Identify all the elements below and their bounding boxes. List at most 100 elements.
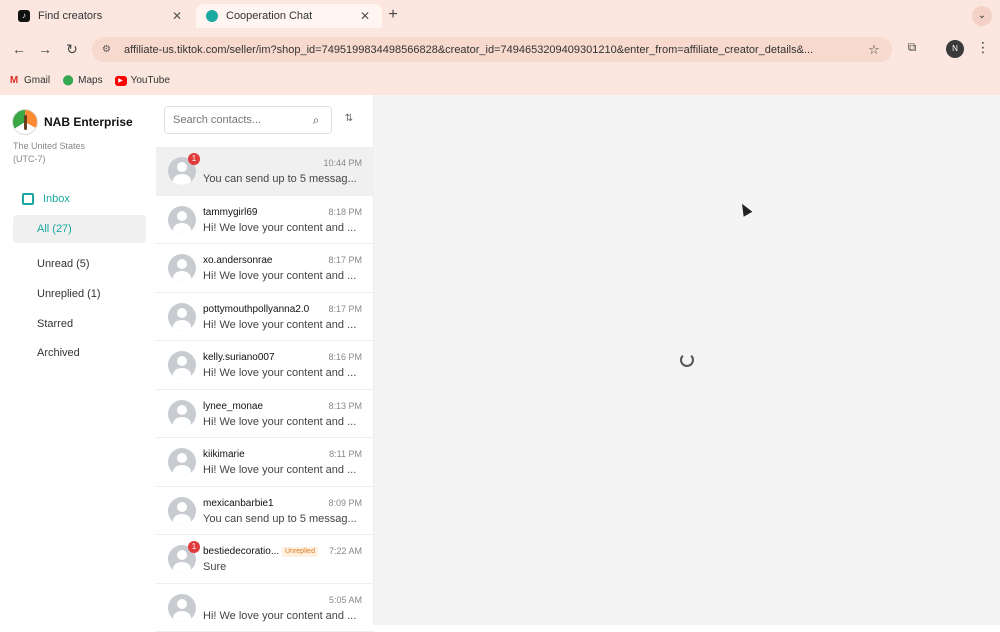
- contact-name: tammygirl69: [203, 207, 257, 218]
- chat-favicon-icon: [206, 10, 218, 22]
- conversation-row[interactable]: tammygirl69 8:18 PM Hi! We love your conte…: [156, 196, 374, 245]
- tab-label: Cooperation Chat: [226, 10, 358, 22]
- bookmark-label: YouTube: [131, 75, 170, 86]
- message-preview: Hi! We love your content and ...: [203, 319, 363, 331]
- search-input[interactable]: [173, 114, 309, 126]
- message-preview: Hi! We love your content and ...: [203, 610, 363, 622]
- close-icon[interactable]: ✕: [170, 9, 184, 23]
- conversation-row[interactable]: kelly.suriano0078:16 PMHi! We love your …: [156, 341, 374, 390]
- left-nav-panel: NAB Enterprise The United States (UTC-7)…: [0, 95, 156, 625]
- extensions-puzzle-icon[interactable]: ⧉: [904, 40, 920, 56]
- message-time: 5:05 AM: [329, 595, 362, 605]
- contact-name: pottymouthpollyanna2.0: [203, 304, 309, 315]
- avatar: [168, 351, 196, 379]
- conversation-row[interactable]: 1bestiedecoratio...Unreplied 7:22 AM Sure: [156, 535, 374, 584]
- bookmarks-bar: M Gmail ⬤ Maps ▶ YouTube: [0, 66, 1000, 95]
- bookmark-maps[interactable]: ⬤ Maps: [62, 75, 102, 86]
- search-box[interactable]: ⌕: [164, 106, 332, 134]
- shop-logo: [12, 109, 38, 135]
- bookmark-gmail[interactable]: M Gmail: [8, 75, 50, 86]
- shop-region: The United States (UTC-7): [13, 140, 85, 166]
- youtube-icon: ▶: [115, 76, 127, 86]
- loading-spinner-icon: [680, 353, 694, 367]
- filter-unreplied[interactable]: Unreplied (1): [13, 280, 146, 308]
- conversation-row[interactable]: pottymouthpollyanna2.0 8:17 PM Hi! We love…: [156, 293, 374, 342]
- tab-find-creators[interactable]: ♪ Find creators ✕: [8, 4, 194, 28]
- close-icon[interactable]: ✕: [358, 9, 372, 23]
- message-time: 8:11 PM: [329, 449, 362, 459]
- tab-bar: ♪ Find creators ✕ Cooperation Chat ✕ + ⌄: [0, 0, 1000, 32]
- avatar: [168, 594, 196, 622]
- new-tab-button[interactable]: +: [384, 6, 402, 24]
- profile-avatar[interactable]: N: [946, 40, 964, 58]
- bookmark-youtube[interactable]: ▶ YouTube: [115, 75, 170, 86]
- mouse-cursor-icon: [738, 201, 753, 216]
- conversation-row[interactable]: kiikimarie8:11 PMHi! We love your conten…: [156, 438, 374, 487]
- reload-icon[interactable]: ↻: [63, 40, 81, 58]
- conversation-list: 1 10:44 PM You can send up to 5 messag... t…: [156, 147, 374, 632]
- search-icon[interactable]: ⌕: [309, 113, 323, 128]
- filter-all[interactable]: All (27): [13, 215, 146, 243]
- back-arrow-icon[interactable]: ←: [10, 40, 28, 58]
- message-time: 10:44 PM: [323, 158, 362, 168]
- shop-name: NAB Enterprise: [44, 115, 133, 129]
- bookmark-label: Gmail: [24, 75, 50, 86]
- contact-name: kelly.suriano007: [203, 352, 275, 363]
- avatar: [168, 400, 196, 428]
- filter-sort-icon[interactable]: ⇅: [342, 113, 356, 127]
- tab-label: Find creators: [38, 10, 170, 22]
- tab-search-menu-button[interactable]: ⌄: [972, 6, 992, 26]
- status-tag: Unreplied: [282, 547, 318, 557]
- shop-timezone: (UTC-7): [13, 153, 85, 166]
- message-time: 8:13 PM: [328, 401, 362, 411]
- chat-main-area: [374, 95, 1000, 625]
- site-info-icon[interactable]: ⚙: [102, 44, 116, 55]
- bookmark-label: Maps: [78, 75, 102, 86]
- browser-menu-kebab-icon[interactable]: ⋮: [975, 39, 991, 57]
- forward-arrow-icon[interactable]: →: [36, 40, 54, 58]
- message-preview: Sure: [203, 561, 363, 573]
- conversation-row[interactable]: 110:44 PMYou can send up to 5 messag...: [156, 147, 374, 196]
- avatar: [168, 206, 196, 234]
- unread-badge: 1: [188, 541, 200, 553]
- conversation-row[interactable]: xo.andersonrae8:17 PMHi! We love your co…: [156, 244, 374, 293]
- message-time: 8:18 PM: [328, 207, 362, 217]
- message-preview: You can send up to 5 messag...: [203, 173, 363, 185]
- message-preview: Hi! We love your content and ...: [203, 464, 363, 476]
- browser-toolbar: ← → ↻ ⚙ affiliate-us.tiktok.com/seller/i…: [0, 32, 1000, 66]
- maps-icon: ⬤: [62, 76, 74, 86]
- contact-name: mexicanbarbie1: [203, 498, 274, 509]
- tab-cooperation-chat[interactable]: Cooperation Chat ✕: [196, 4, 382, 28]
- inbox-label: Inbox: [43, 193, 70, 205]
- address-bar[interactable]: ⚙ affiliate-us.tiktok.com/seller/im?shop…: [92, 37, 892, 62]
- conversation-list-panel: ⌕ ⇅ 1 10:44 PM You can send up to 5 messag…: [156, 95, 374, 625]
- conversation-row[interactable]: lynee_monae 8:13 PM Hi! We love your conte…: [156, 390, 374, 439]
- inbox-icon: [22, 193, 34, 205]
- browser-chrome: ♪ Find creators ✕ Cooperation Chat ✕ + ⌄…: [0, 0, 1000, 95]
- message-time: 7:22 AM: [329, 546, 362, 556]
- message-time: 8:17 PM: [328, 255, 362, 265]
- filter-starred[interactable]: Starred: [13, 310, 146, 338]
- filter-unread[interactable]: Unread (5): [13, 250, 146, 278]
- avatar: [168, 497, 196, 525]
- avatar: [168, 448, 196, 476]
- chat-app: NAB Enterprise The United States (UTC-7)…: [0, 95, 1000, 625]
- bookmark-star-icon[interactable]: ☆: [866, 42, 882, 58]
- avatar: [168, 254, 196, 282]
- message-preview: Hi! We love your content and ...: [203, 270, 363, 282]
- message-preview: Hi! We love your content and ...: [203, 222, 363, 234]
- message-preview: You can send up to 5 messag...: [203, 513, 363, 525]
- inbox-header[interactable]: Inbox: [22, 193, 70, 205]
- shop-country: The United States: [13, 140, 85, 153]
- tiktok-icon: ♪: [18, 10, 30, 22]
- filter-archived[interactable]: Archived: [13, 339, 146, 367]
- message-time: 8:09 PM: [328, 498, 362, 508]
- contact-name: bestiedecoratio...: [203, 546, 279, 557]
- url-text[interactable]: affiliate-us.tiktok.com/seller/im?shop_i…: [124, 44, 866, 56]
- message-preview: Hi! We love your content and ...: [203, 416, 363, 428]
- conversation-row[interactable]: mexicanbarbie1 8:09 PM You can send up to …: [156, 487, 374, 536]
- avatar: [168, 303, 196, 331]
- contact-name: lynee_monae: [203, 401, 263, 412]
- message-time: 8:17 PM: [328, 304, 362, 314]
- message-time: 8:16 PM: [328, 352, 362, 362]
